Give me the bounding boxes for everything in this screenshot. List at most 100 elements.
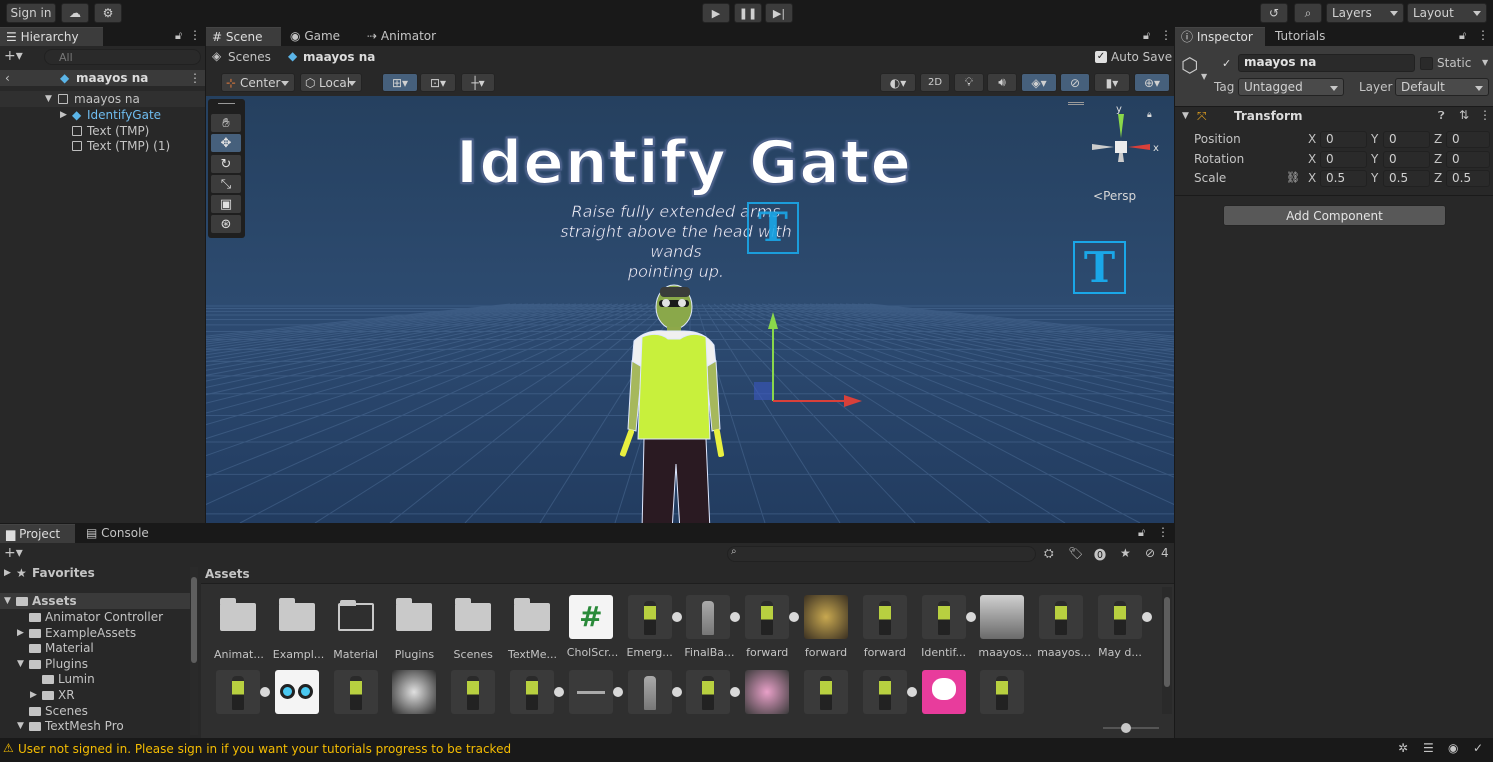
transform-header[interactable]: Transform xyxy=(1234,109,1302,123)
lock-icon[interactable]: 🔓︎ xyxy=(1459,29,1466,43)
tree-item[interactable]: Scenes xyxy=(0,703,190,719)
asset-item[interactable] xyxy=(920,670,968,714)
expand-arrow-icon[interactable]: ▼ xyxy=(4,593,11,609)
audio-icon[interactable]: 🔊︎ xyxy=(987,73,1017,92)
tab-tutorials[interactable]: Tutorials xyxy=(1269,27,1349,46)
rotation-x-field[interactable]: 0 xyxy=(1320,151,1367,168)
asset-item[interactable]: FinalBa... xyxy=(684,595,741,659)
check-icon[interactable]: ✓ xyxy=(1473,741,1483,755)
label-icon[interactable]: 🏷︎ xyxy=(1068,546,1083,560)
component-expand-arrow[interactable]: ▼ xyxy=(1182,111,1189,121)
expand-arrow-icon[interactable]: ▶ xyxy=(30,687,37,703)
asset-item[interactable] xyxy=(508,670,564,714)
asset-item[interactable]: May d... xyxy=(1096,595,1152,659)
tmp-text-icon[interactable]: T xyxy=(1073,241,1126,294)
expand-arrow-icon[interactable]: ▶ xyxy=(17,625,24,641)
asset-item[interactable] xyxy=(743,670,791,714)
rotate-tool-icon[interactable]: ↻ xyxy=(211,155,241,173)
help-icon[interactable]: ❓︎ xyxy=(1438,109,1445,123)
expand-asset-icon[interactable] xyxy=(260,687,270,697)
rect-tool-icon[interactable]: ▣ xyxy=(211,195,241,213)
asset-item[interactable]: maayos... xyxy=(1037,595,1091,659)
asset-item[interactable] xyxy=(802,670,850,714)
breadcrumb-current[interactable]: maayos na xyxy=(303,50,375,64)
layer-dropdown[interactable]: Default xyxy=(1395,78,1489,96)
search-by-type-icon[interactable]: ⛭ xyxy=(1044,546,1054,561)
tree-item[interactable]: Material xyxy=(0,640,190,656)
transform-tool-icon[interactable]: ⊛ xyxy=(211,215,241,233)
hand-tool-icon[interactable]: ✋︎ xyxy=(211,114,241,132)
hidden-objects-icon[interactable]: ⊘ xyxy=(1060,73,1090,92)
add-component-button[interactable]: Add Component xyxy=(1223,205,1446,226)
position-z-field[interactable]: 0 xyxy=(1446,131,1490,148)
expand-asset-icon[interactable] xyxy=(789,612,800,622)
cloud-icon[interactable]: ☁ xyxy=(61,3,89,23)
gizmo-lock-icon[interactable]: 🔒︎ xyxy=(1147,110,1152,120)
collab-gear-icon[interactable]: ⚙ xyxy=(94,3,122,23)
asset-item[interactable]: forward xyxy=(802,595,850,659)
asset-item[interactable] xyxy=(567,670,623,714)
expand-asset-icon[interactable] xyxy=(671,612,682,622)
tab-inspector[interactable]: ⓘ Inspector xyxy=(1175,27,1265,46)
cache-server-icon[interactable]: ☰ xyxy=(1423,741,1434,755)
tree-item[interactable]: ▶ XR xyxy=(0,687,190,703)
hierarchy-search-input[interactable]: All xyxy=(44,49,201,65)
asset-item[interactable]: forward xyxy=(743,595,800,659)
expand-asset-icon[interactable] xyxy=(730,612,741,622)
tab-hierarchy[interactable]: ☰ Hierarchy xyxy=(0,27,103,46)
expand-asset-icon[interactable] xyxy=(1142,612,1152,622)
tree-item[interactable]: Lumin xyxy=(0,671,190,687)
warning-filter-icon[interactable]: ⓿ xyxy=(1094,546,1106,563)
icon-dropdown-arrow[interactable]: ▼ xyxy=(1201,72,1207,81)
expand-arrow-icon[interactable]: ▶ xyxy=(4,565,11,581)
character-model[interactable] xyxy=(606,279,731,523)
lock-icon[interactable]: 🔓︎ xyxy=(1143,29,1150,43)
asset-item[interactable]: Emerg... xyxy=(626,595,682,659)
expand-arrow-icon[interactable]: ▼ xyxy=(17,656,24,672)
tree-scrollbar-thumb[interactable] xyxy=(191,577,197,663)
expand-asset-icon[interactable] xyxy=(730,687,741,697)
expand-asset-icon[interactable] xyxy=(965,612,976,622)
status-message[interactable]: User not signed in. Please sign in if yo… xyxy=(18,742,511,756)
kebab-menu-icon[interactable]: ⋮ xyxy=(189,28,201,42)
expand-arrow-icon[interactable]: ▶ xyxy=(60,107,67,123)
asset-item[interactable]: # CholScr... xyxy=(567,595,618,659)
snap-increment-button[interactable]: ⊡▾ xyxy=(420,73,456,92)
asset-item[interactable] xyxy=(684,670,741,714)
hidden-packages-icon[interactable]: ⊘ xyxy=(1145,546,1155,560)
move-gizmo[interactable] xyxy=(746,279,876,409)
favorite-star-icon[interactable]: ★ xyxy=(1120,546,1131,560)
ruler-button[interactable]: ┼▾ xyxy=(461,73,495,92)
hierarchy-item-maayos-na[interactable]: ▼ maayos na xyxy=(0,91,205,107)
add-icon[interactable]: +▾ xyxy=(4,545,23,561)
asset-item[interactable] xyxy=(273,670,321,714)
position-y-field[interactable]: 0 xyxy=(1383,131,1430,148)
grid-snap-button[interactable]: ⊞▾ xyxy=(382,73,418,92)
add-icon[interactable]: +▾ xyxy=(4,48,23,64)
asset-item[interactable]: forward xyxy=(861,595,909,659)
asset-item[interactable] xyxy=(449,670,497,714)
kebab-menu-icon[interactable]: ⋮ xyxy=(1477,28,1489,42)
space-dropdown[interactable]: ⬡ Local xyxy=(300,73,362,92)
tree-item[interactable]: Animator Controller xyxy=(0,609,190,625)
gizmos-button[interactable]: ⊕▾ xyxy=(1134,73,1170,92)
asset-item[interactable]: TextMe... xyxy=(508,595,557,661)
history-icon[interactable]: ↺ xyxy=(1260,3,1288,23)
move-tool-icon[interactable]: ✥ xyxy=(211,134,241,152)
kebab-menu-icon[interactable]: ⋮ xyxy=(1157,525,1169,539)
scene-viewport[interactable]: ✋︎ ✥ ↻ ⤡ ▣ ⊛ Identify Gate Raise fully e… xyxy=(206,96,1174,523)
scale-y-field[interactable]: 0.5 xyxy=(1383,170,1430,187)
tree-item[interactable]: ▶ ExampleAssets xyxy=(0,625,190,641)
asset-item[interactable] xyxy=(978,670,1026,714)
overlay-menu-handle[interactable] xyxy=(1068,102,1084,105)
tab-project[interactable]: ▆ Project xyxy=(0,524,75,543)
slider-handle[interactable] xyxy=(1121,723,1131,733)
asset-item[interactable] xyxy=(332,670,380,714)
auto-save-checkbox[interactable]: ✓ xyxy=(1095,51,1107,63)
expand-arrow-icon[interactable]: ▼ xyxy=(17,718,24,732)
rotation-y-field[interactable]: 0 xyxy=(1383,151,1430,168)
scale-x-field[interactable]: 0.5 xyxy=(1320,170,1367,187)
object-name-input[interactable]: maayos na xyxy=(1238,54,1415,72)
hierarchy-item-identifygate[interactable]: ▶ ◆ IdentifyGate xyxy=(0,107,205,123)
tmp-text-icon[interactable]: T xyxy=(747,202,799,254)
